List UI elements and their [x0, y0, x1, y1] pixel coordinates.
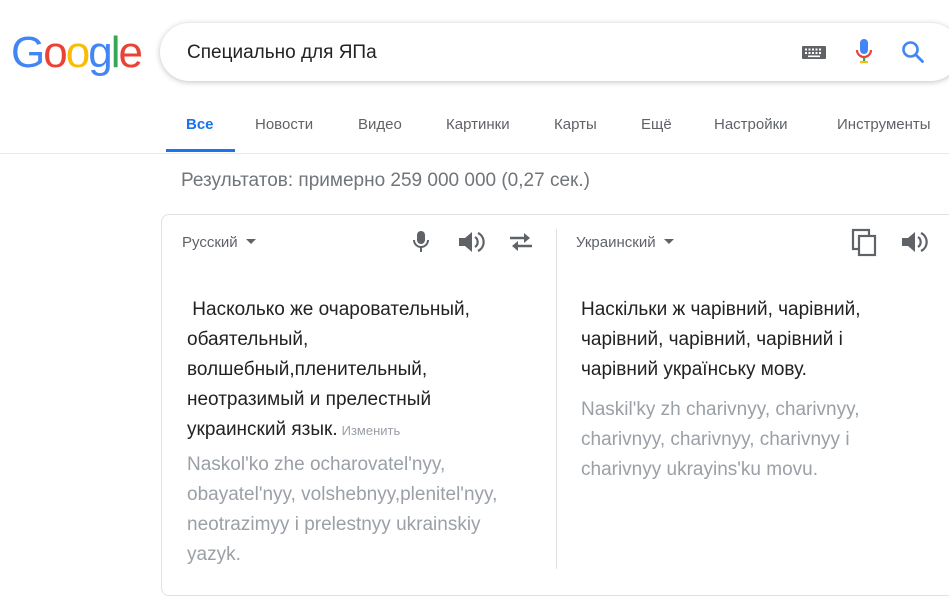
microphone-icon[interactable] — [854, 38, 874, 71]
chevron-down-icon — [245, 238, 256, 244]
source-transliteration: Naskol'ko zhe ocharovatel'nyy, obayatel'… — [187, 454, 498, 565]
target-language-label: Украинский — [576, 234, 656, 251]
tab-all[interactable]: Все — [186, 116, 214, 133]
microphone-icon[interactable] — [412, 230, 430, 259]
target-transliteration: Naskil'ky zh charivnyy, charivnyy, chari… — [581, 399, 860, 480]
tab-more[interactable]: Ещё — [641, 116, 672, 133]
keyboard-icon[interactable] — [801, 43, 827, 66]
speaker-icon[interactable] — [900, 229, 928, 260]
tab-video[interactable]: Видео — [358, 116, 402, 133]
active-tab-indicator — [166, 149, 235, 152]
translator-card: Русский Украинский Насколько же очароват… — [161, 214, 949, 596]
swap-languages-icon[interactable] — [508, 232, 534, 257]
translator-divider — [556, 229, 557, 569]
tab-images[interactable]: Картинки — [446, 116, 510, 133]
edit-link[interactable]: Изменить — [342, 423, 401, 438]
chevron-down-icon — [663, 238, 674, 244]
source-language-select[interactable]: Русский — [182, 234, 256, 251]
tab-tools[interactable]: Инструменты — [837, 116, 931, 133]
results-stats: Результатов: примерно 259 000 000 (0,27 … — [181, 170, 590, 191]
tab-news[interactable]: Новости — [255, 116, 313, 133]
source-language-label: Русский — [182, 234, 238, 251]
target-language-select[interactable]: Украинский — [576, 234, 674, 251]
search-icon[interactable] — [901, 40, 925, 69]
tab-settings[interactable]: Настройки — [714, 116, 788, 133]
header-divider — [0, 153, 949, 154]
speaker-icon[interactable] — [457, 229, 485, 260]
search-box[interactable] — [160, 23, 949, 81]
target-text: Наскільки ж чарівний, чарівний, чарівний… — [581, 299, 861, 380]
source-text-area[interactable]: Насколько же очаровательный, обаятельный… — [187, 295, 517, 570]
search-input[interactable] — [187, 40, 747, 66]
target-text-area: Наскільки ж чарівний, чарівний, чарівний… — [581, 295, 911, 485]
source-text: Насколько же очаровательный, обаятельный… — [187, 299, 476, 440]
copy-icon[interactable] — [851, 228, 879, 263]
tab-maps[interactable]: Карты — [554, 116, 597, 133]
google-logo[interactable]: Google — [11, 28, 143, 78]
